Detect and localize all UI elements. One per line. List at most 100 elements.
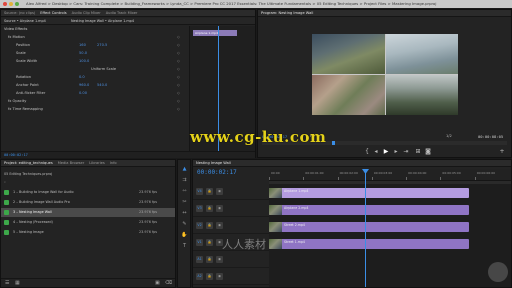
- effect-property-value[interactable]: 160: [79, 42, 86, 49]
- track-target-button[interactable]: V4: [196, 188, 203, 195]
- go-to-out-icon[interactable]: ⇥: [402, 148, 410, 156]
- effect-property-row[interactable]: fx Motion ◇: [1, 34, 189, 41]
- visibility-icon[interactable]: ◉: [216, 188, 223, 195]
- pen-tool-icon[interactable]: ✎: [181, 221, 188, 228]
- track-target-button[interactable]: A1: [196, 256, 203, 263]
- tab-project[interactable]: Project: editing_techniques: [4, 161, 53, 165]
- timeline-clip[interactable]: Street 1.mp4: [269, 239, 469, 249]
- sequence-clip-label[interactable]: Nesting Image Wall • Airplane 1.mp4: [71, 18, 134, 25]
- tab-libraries[interactable]: Libraries: [89, 161, 105, 165]
- effect-property-row[interactable]: Anchor Point 960.0 540.0 ◇: [1, 82, 189, 89]
- lock-icon[interactable]: 🔒: [206, 205, 213, 212]
- type-tool-icon[interactable]: T: [181, 243, 188, 250]
- effect-property-row[interactable]: Scale 50.0 ◇: [1, 50, 189, 57]
- effect-property-value[interactable]: 50.0: [79, 50, 87, 57]
- lock-icon[interactable]: 🔒: [206, 239, 213, 246]
- effect-controls-clip-bar[interactable]: Airplane 1.mp4: [193, 30, 237, 36]
- ripple-edit-tool-icon[interactable]: ⇿: [181, 188, 188, 195]
- selection-tool-icon[interactable]: ▲: [181, 166, 188, 173]
- tab-audio-clip-mixer[interactable]: Audio Clip Mixer: [72, 11, 101, 15]
- keyframe-toggle-icon[interactable]: ◇: [177, 34, 180, 41]
- trash-icon[interactable]: ⌫: [165, 280, 172, 286]
- tab-program[interactable]: Program: Nesting Image Wall: [261, 11, 313, 15]
- visibility-icon[interactable]: ◉: [216, 273, 223, 280]
- search-icon[interactable]: ⌕: [4, 180, 6, 184]
- effect-property-value[interactable]: 0.00: [79, 90, 87, 97]
- effect-property-value[interactable]: Uniform Scale: [91, 66, 116, 73]
- effect-property-row[interactable]: Scale Width 100.0 ◇: [1, 58, 189, 65]
- effect-property-value[interactable]: 960.0: [79, 82, 89, 89]
- step-forward-icon[interactable]: ▸: [392, 148, 400, 156]
- effect-property-value[interactable]: 0.0: [79, 74, 85, 81]
- lock-icon[interactable]: 🔒: [206, 222, 213, 229]
- new-item-icon[interactable]: ▣: [155, 280, 160, 286]
- keyframe-toggle-icon[interactable]: ◇: [177, 106, 180, 113]
- timeline-clip[interactable]: Street 2.mp4: [269, 222, 469, 232]
- keyframe-toggle-icon[interactable]: ◇: [177, 82, 180, 89]
- visibility-icon[interactable]: ◉: [216, 222, 223, 229]
- timeline-tracks-area[interactable]: Airplane 1.mp4 Airplane 2.mp4 Street 2.mp4…: [269, 184, 511, 287]
- mark-in-icon[interactable]: {: [363, 148, 371, 156]
- minimize-window-button[interactable]: [9, 2, 13, 6]
- effect-property-value-2[interactable]: 540.0: [97, 82, 107, 89]
- lock-icon[interactable]: 🔒: [206, 273, 213, 280]
- tab-media-browser[interactable]: Media Browser: [58, 161, 85, 165]
- timeline-clip[interactable]: Airplane 2.mp4: [269, 205, 469, 215]
- program-video-frame[interactable]: [312, 34, 458, 115]
- project-list-item[interactable]: 3 – Nesting Image Wall 23.976 fps: [1, 208, 175, 217]
- project-list-item[interactable]: 2 – Building Image Wall Audio Pro 23.976 …: [1, 198, 175, 207]
- lock-icon[interactable]: 🔒: [206, 256, 213, 263]
- icon-view-icon[interactable]: ▦: [15, 280, 20, 286]
- visibility-icon[interactable]: ◉: [216, 205, 223, 212]
- effect-property-row[interactable]: Anti-flicker Filter 0.00 ◇: [1, 90, 189, 97]
- razor-tool-icon[interactable]: ✂: [181, 199, 188, 206]
- timeline-ruler[interactable]: 00:00 00:00:01:00 00:00:02:00 00:00:03:00 00…: [269, 169, 511, 181]
- timeline-playhead[interactable]: [365, 169, 366, 287]
- project-list-item[interactable]: 4 – Nesting (Processed) 23.976 fps: [1, 218, 175, 227]
- list-view-icon[interactable]: ☰: [5, 280, 9, 286]
- effect-property-row[interactable]: Uniform Scale ◇: [1, 66, 189, 73]
- keyframe-toggle-icon[interactable]: ◇: [177, 42, 180, 49]
- close-window-button[interactable]: [3, 2, 7, 6]
- tab-sequence[interactable]: Nesting Image Wall: [196, 161, 231, 165]
- program-playhead[interactable]: [332, 141, 335, 145]
- play-icon[interactable]: ▶: [382, 148, 390, 156]
- tab-effect-controls[interactable]: Effect Controls: [40, 11, 66, 15]
- zoom-window-button[interactable]: [15, 2, 19, 6]
- track-target-button[interactable]: V1: [196, 239, 203, 246]
- camera-icon[interactable]: ◙: [424, 148, 432, 156]
- track-target-button[interactable]: A2: [196, 273, 203, 280]
- track-select-tool-icon[interactable]: ⇉: [181, 177, 188, 184]
- timeline-clip[interactable]: Airplane 1.mp4: [269, 188, 469, 198]
- effect-property-row[interactable]: Rotation 0.0 ◇: [1, 74, 189, 81]
- source-clip-label[interactable]: Source • Airplane 1.mp4: [4, 18, 46, 25]
- hand-tool-icon[interactable]: ✋: [181, 232, 188, 239]
- effect-property-row[interactable]: Position 160 270.5 ◇: [1, 42, 189, 49]
- keyframe-toggle-icon[interactable]: ◇: [177, 58, 180, 65]
- effect-property-value-2[interactable]: 270.5: [97, 42, 107, 49]
- effect-controls-timecode[interactable]: 00:00:02:17: [4, 152, 28, 159]
- timeline-timecode[interactable]: 00:00:02:17: [197, 169, 237, 177]
- tab-info[interactable]: Info: [110, 161, 117, 165]
- keyframe-toggle-icon[interactable]: ◇: [177, 90, 180, 97]
- tab-source[interactable]: Source: (no clips): [4, 11, 35, 15]
- effect-property-row[interactable]: fx Opacity ◇: [1, 98, 189, 105]
- keyframe-toggle-icon[interactable]: ◇: [177, 74, 180, 81]
- project-list-item[interactable]: 5 – Nesting Image 23.976 fps: [1, 228, 175, 237]
- lock-icon[interactable]: 🔒: [206, 188, 213, 195]
- tab-audio-track-mixer[interactable]: Audio Track Mixer: [106, 11, 138, 15]
- step-back-icon[interactable]: ◂: [372, 148, 380, 156]
- keyframe-toggle-icon[interactable]: ◇: [177, 98, 180, 105]
- project-list-item[interactable]: 1 – Building to Image Wall for Audio 23.9…: [1, 188, 175, 197]
- resolution-select[interactable]: 1/2: [446, 133, 452, 140]
- track-target-button[interactable]: V2: [196, 222, 203, 229]
- slip-tool-icon[interactable]: ↔: [181, 210, 188, 217]
- visibility-icon[interactable]: ◉: [216, 256, 223, 263]
- keyframe-toggle-icon[interactable]: ◇: [177, 66, 180, 73]
- add-button-icon[interactable]: +: [498, 148, 506, 156]
- effect-property-row[interactable]: fx Time Remapping ◇: [1, 106, 189, 113]
- track-target-button[interactable]: V3: [196, 205, 203, 212]
- insert-icon[interactable]: ⊞: [414, 148, 422, 156]
- effect-property-value[interactable]: 100.0: [79, 58, 89, 65]
- keyframe-toggle-icon[interactable]: ◇: [177, 50, 180, 57]
